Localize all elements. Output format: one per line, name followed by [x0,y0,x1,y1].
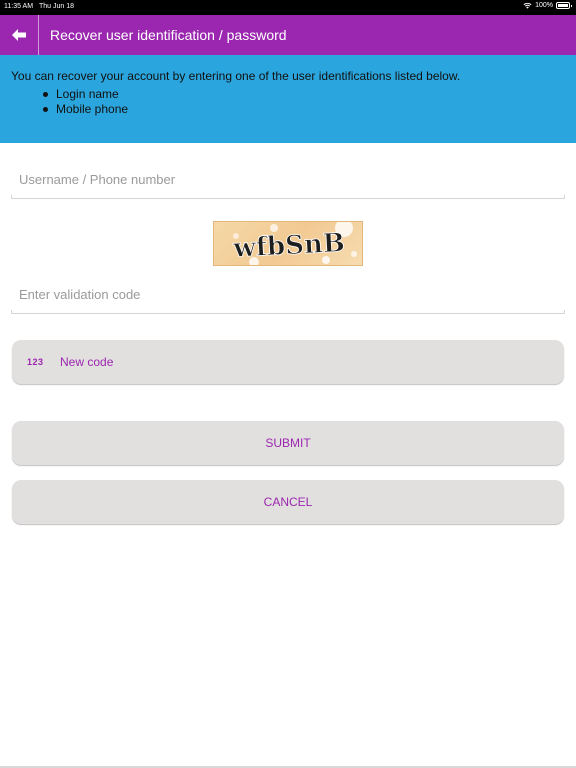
page-title: Recover user identification / password [50,27,287,43]
username-field-container [11,161,565,197]
list-item: Login name [42,87,128,102]
cancel-button[interactable]: CANCEL [12,480,564,524]
identification-list: Login name Mobile phone [42,87,129,117]
info-text: You can recover your account by entering… [11,69,461,83]
new-code-button[interactable]: 123 New code [12,340,564,384]
numbers-icon: 123 [27,357,44,367]
submit-button[interactable]: SUBMIT [12,421,564,465]
info-panel: You can recover your account by entering… [0,55,576,143]
validation-code-input[interactable] [11,276,565,312]
header-divider [38,15,39,55]
battery-icon [556,2,572,9]
status-date: Thu Jun 18 [39,3,75,10]
battery-percentage: 100% [535,2,553,9]
validation-underline [11,310,565,314]
wifi-icon [523,2,532,9]
username-underline [11,195,565,199]
username-input[interactable] [11,161,565,197]
arrow-left-icon [12,29,26,41]
list-item: Mobile phone [42,102,129,116]
status-indicators: 100% [523,2,572,9]
captcha-text: wfbSnB [232,228,346,264]
status-time: 11:35 AM [4,3,34,10]
app-header: Recover user identification / password [0,15,576,55]
captcha-graphic: wfbSnB [231,222,357,265]
back-button[interactable] [0,15,38,55]
validation-field-container [11,276,565,312]
new-code-label: New code [60,355,114,369]
status-bar: 11:35 AM Thu Jun 18 100% [0,0,576,15]
captcha-image: wfbSnB [213,221,363,266]
